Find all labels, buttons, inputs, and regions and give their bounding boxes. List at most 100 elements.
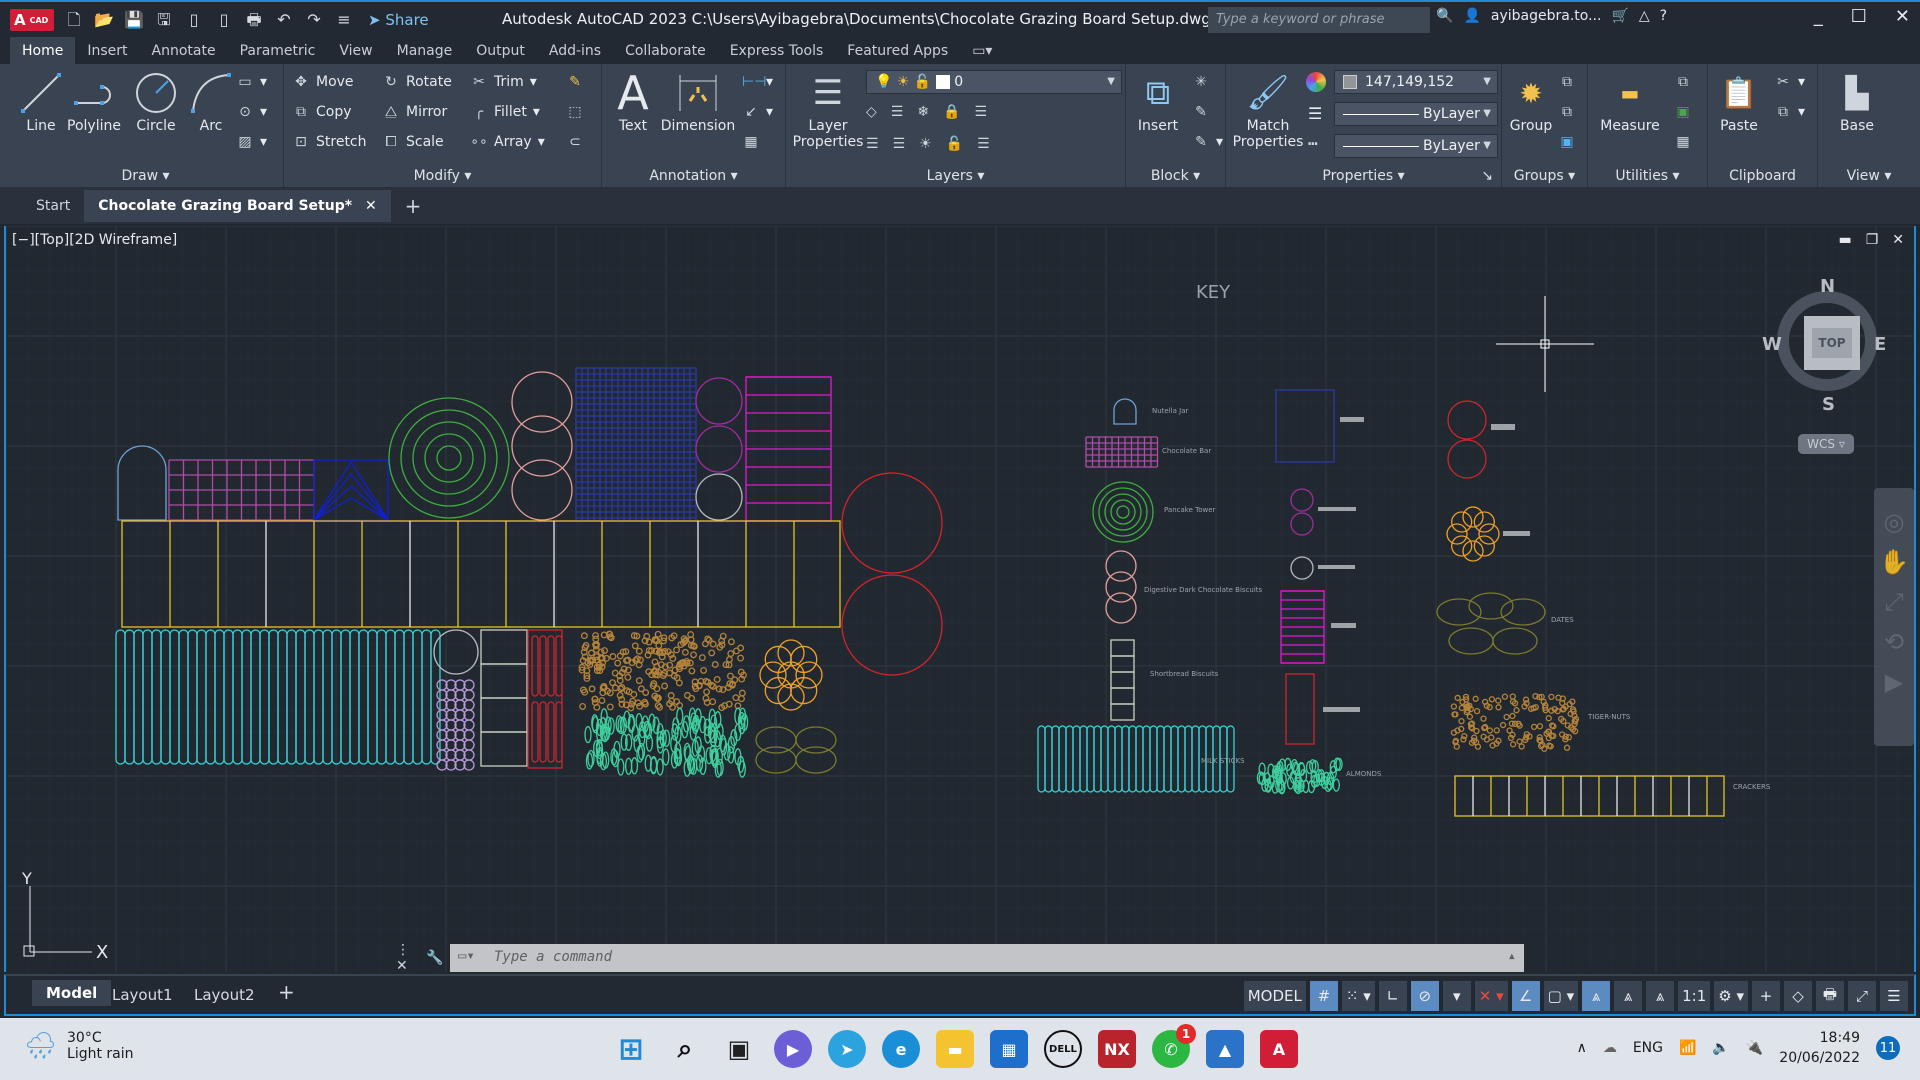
help-icon[interactable]: ? [1660,8,1667,24]
show-hidden-icons[interactable]: ∧ [1577,1040,1587,1056]
scale-button[interactable]: ⧠ Scale [382,134,443,150]
pan-icon[interactable]: ✋ [1879,548,1909,576]
command-customize-icon[interactable]: 🔧 [426,950,450,966]
onedrive-error-icon[interactable]: ☁ [1603,1040,1617,1056]
maximize-button[interactable]: ☐ [1851,6,1867,27]
annotation-monitor-icon[interactable]: + [1752,981,1780,1011]
undo-icon[interactable]: ↶ [274,10,294,30]
array-button[interactable]: ∘∘ Array ▾ [470,134,545,150]
customization-menu-icon[interactable]: ☰ [1880,981,1908,1011]
ungroup-button[interactable]: ⧉ [1558,74,1576,90]
compass-west[interactable]: W [1762,334,1782,355]
edit-block-button[interactable]: ✎ [1192,104,1210,120]
tab-annotate[interactable]: Annotate [140,43,228,64]
edge-icon[interactable]: e [882,1030,920,1068]
base-button[interactable]: ▙ Base [1832,68,1882,135]
showmotion-icon[interactable]: ▶ [1885,668,1903,696]
command-input[interactable]: ▭▾ Type a command ▴ [450,944,1524,972]
language-indicator[interactable]: ENG [1633,1040,1663,1056]
command-history-icon[interactable]: ▭▾ [458,948,475,964]
autocad-logo[interactable]: A CAD [10,9,54,31]
compass-south[interactable]: S [1822,394,1835,415]
plot-status-icon[interactable]: 🖶 [1816,981,1844,1011]
new-layout-button[interactable]: + [278,980,295,1004]
share-button[interactable]: ➤ Share [368,11,429,29]
tab-layout1[interactable]: Layout1 [112,986,173,1004]
circle-button[interactable]: Circle [126,68,186,134]
object-snap-toggle[interactable]: ▢ ▾ [1543,981,1579,1011]
polar-toggle[interactable]: ⊘ [1410,981,1439,1011]
zoom-extents-icon[interactable]: ⤢ [1884,588,1903,616]
close-tab-icon[interactable]: ✕ [365,198,377,214]
new-tab-button[interactable]: + [391,186,436,226]
tab-start[interactable]: Start [22,190,84,222]
save-icon[interactable]: 💾 [124,10,144,30]
viewport-restore-button[interactable]: ❐ [1866,232,1879,248]
drawing-viewport[interactable]: KEY Nutella Jar Chocolate Bar Pancake Tower… [4,226,1916,972]
polar-dropdown[interactable]: ▾ [1442,981,1471,1011]
tab-model[interactable]: Model [32,980,112,1006]
table-button[interactable]: ▦ [742,134,760,150]
stretch-button[interactable]: ⊡ Stretch [292,134,366,150]
group-edit-button[interactable]: ⧉ [1558,104,1576,120]
open-from-web-icon[interactable]: ▯ [184,10,204,30]
layer-unlock-all-icon[interactable]: 🔓 [946,136,963,152]
auto-scale-toggle[interactable]: ⩓ [1614,981,1643,1011]
dell-icon[interactable]: DELL [1044,1030,1082,1068]
move-button[interactable]: ✥ Move [292,74,353,90]
dimension-button[interactable]: Dimension [658,68,738,134]
trim-button[interactable]: ✂ Trim ▾ [470,74,537,90]
viewport-controls-label[interactable]: [−][Top][2D Wireframe] [12,232,177,248]
tab-manage[interactable]: Manage [385,43,465,64]
isodraft-toggle[interactable]: ∠ [1511,981,1540,1011]
clock[interactable]: 18:49 20/06/2022 [1779,1028,1860,1068]
tab-home[interactable]: Home [10,37,76,64]
utilities-panel-title[interactable]: Utilities ▾ [1588,168,1707,184]
tab-view[interactable]: View [327,43,384,64]
layer-properties-button[interactable]: ☰ Layer Properties [790,68,866,150]
insert-button[interactable]: ⧉ Insert [1130,68,1186,134]
text-button[interactable]: A Text [610,66,656,134]
polyline-button[interactable]: Polyline [62,68,126,134]
offset-button[interactable]: ⊂ [566,134,584,150]
color-dropdown[interactable]: 147,149,152 ▼ [1334,70,1498,94]
tab-output[interactable]: Output [464,43,537,64]
layer-lock-icon[interactable]: 🔒 [943,104,960,120]
ribbon-minimize-toggle[interactable]: ▭▾ [960,43,1004,64]
autocad-taskbar-icon[interactable]: A [1260,1030,1298,1068]
edit-attributes-button[interactable]: ✎ ▾ [1192,134,1223,150]
calculator-button[interactable]: ▦ [1674,134,1692,150]
layer-match-icon[interactable]: ☰ [891,104,904,120]
group-button[interactable]: ✹ Group [1506,68,1556,135]
cut-button[interactable]: ✂ ▾ [1774,74,1805,90]
weather-widget[interactable]: 🌧 30°C Light rain [24,1030,134,1062]
annotation-scale-dropdown[interactable]: 1:1 [1678,981,1711,1011]
rotate-button[interactable]: ↻ Rotate [382,74,452,90]
erase-button[interactable]: ✎ [566,74,584,90]
group-select-button[interactable]: ▣ [1558,134,1576,150]
view-panel-title[interactable]: View ▾ [1818,168,1920,184]
microsoft-store-icon[interactable]: ▦ [990,1030,1028,1068]
hatch-button[interactable]: ▨ ▾ [236,134,267,150]
customize-icon[interactable]: ≡ [334,10,354,30]
draw-panel-title[interactable]: Draw ▾ [8,168,283,184]
user-account[interactable]: ayibagebra.to... [1491,8,1602,24]
copy-button[interactable]: ⧉ Copy [292,104,352,120]
select-all-button[interactable]: ▣ [1674,104,1692,120]
steering-wheel-icon[interactable]: ◎ [1884,508,1905,536]
properties-panel-title[interactable]: Properties ▾ ↘ [1226,168,1501,184]
minimize-button[interactable]: _ [1814,6,1823,27]
notification-badge[interactable]: 11 [1876,1036,1900,1060]
linetype-dropdown[interactable]: ByLayer ▼ [1334,134,1498,158]
fillet-button[interactable]: ╭ Fillet ▾ [470,104,540,120]
battery-icon[interactable]: 🔌 [1746,1040,1763,1056]
autodesk-app-icon[interactable]: △ [1639,8,1650,24]
ellipse-button[interactable]: ⊙ ▾ [236,104,267,120]
quick-select-button[interactable]: ⧉ [1674,74,1692,90]
layer-previous-icon[interactable]: ☰ [893,136,906,152]
nx-icon[interactable]: NX [1098,1030,1136,1068]
start-button[interactable]: ⊞ [612,1030,650,1068]
file-explorer-icon[interactable]: ▬ [936,1030,974,1068]
layer-off-icon[interactable]: ◇ [866,104,877,120]
new-icon[interactable]: 🗋 [64,10,84,30]
